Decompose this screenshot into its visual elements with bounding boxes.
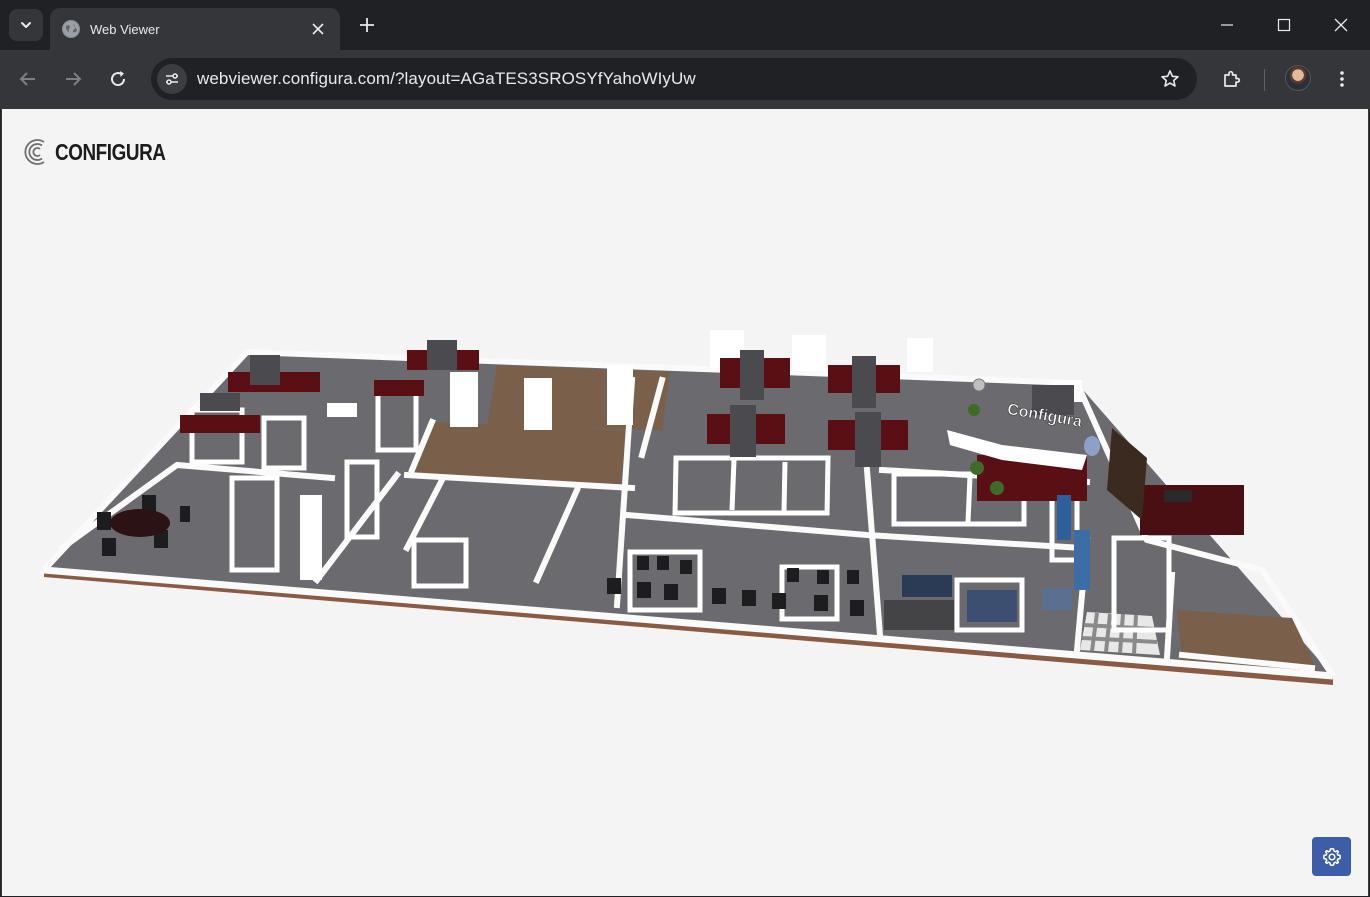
globe-icon [62,20,80,38]
tab-close-button[interactable] [308,19,328,39]
browser-menu-button[interactable] [1325,62,1359,96]
chevron-down-icon [21,22,31,28]
toolbar-separator [1264,69,1265,91]
bookmark-button[interactable] [1153,62,1187,96]
more-vert-icon [1340,71,1344,87]
back-button[interactable] [11,62,45,96]
wall-clock [972,378,986,392]
reload-icon [111,71,126,87]
maximize-icon [1277,18,1291,32]
browser-toolbar: webviewer.configura.com/?layout=AGaTES3S… [0,50,1370,109]
floor-lamp [1084,436,1100,456]
floor-plan-3d-view[interactable]: Configura [2,109,1370,896]
small-table [330,404,356,416]
plus-icon [360,18,374,32]
star-icon [1161,70,1179,87]
web-viewer-canvas[interactable]: CONFIGURA Configura [1,109,1369,896]
extensions-button[interactable] [1214,62,1248,96]
reload-button[interactable] [101,62,135,96]
back-arrow-icon [19,72,35,86]
forward-button[interactable] [56,62,90,96]
settings-button[interactable] [1312,837,1351,876]
maximize-button[interactable] [1256,0,1312,50]
gear-icon [1322,847,1341,866]
browser-titlebar: Web Viewer [0,0,1370,50]
close-icon [312,23,324,35]
close-window-button[interactable] [1313,0,1369,50]
minimize-button[interactable] [1199,0,1255,50]
puzzle-icon [1224,70,1241,87]
new-tab-button[interactable] [354,12,380,38]
forward-arrow-icon [66,72,82,86]
url-text[interactable]: webviewer.configura.com/?layout=AGaTES3S… [197,69,1153,89]
close-icon [1334,18,1348,32]
tab-title: Web Viewer [90,21,160,37]
tune-icon [166,73,178,85]
site-info-button[interactable] [157,64,187,94]
round-table [110,509,170,537]
lobby-cabinet [884,600,954,630]
tab-search-button[interactable] [9,9,43,41]
avatar-icon[interactable] [1285,65,1311,91]
address-bar[interactable]: webviewer.configura.com/?layout=AGaTES3S… [151,58,1197,100]
wood-floor-upper [487,365,670,430]
checker-floor [1080,612,1160,655]
tab-web-viewer[interactable]: Web Viewer [50,8,340,50]
minimize-icon [1221,24,1233,26]
